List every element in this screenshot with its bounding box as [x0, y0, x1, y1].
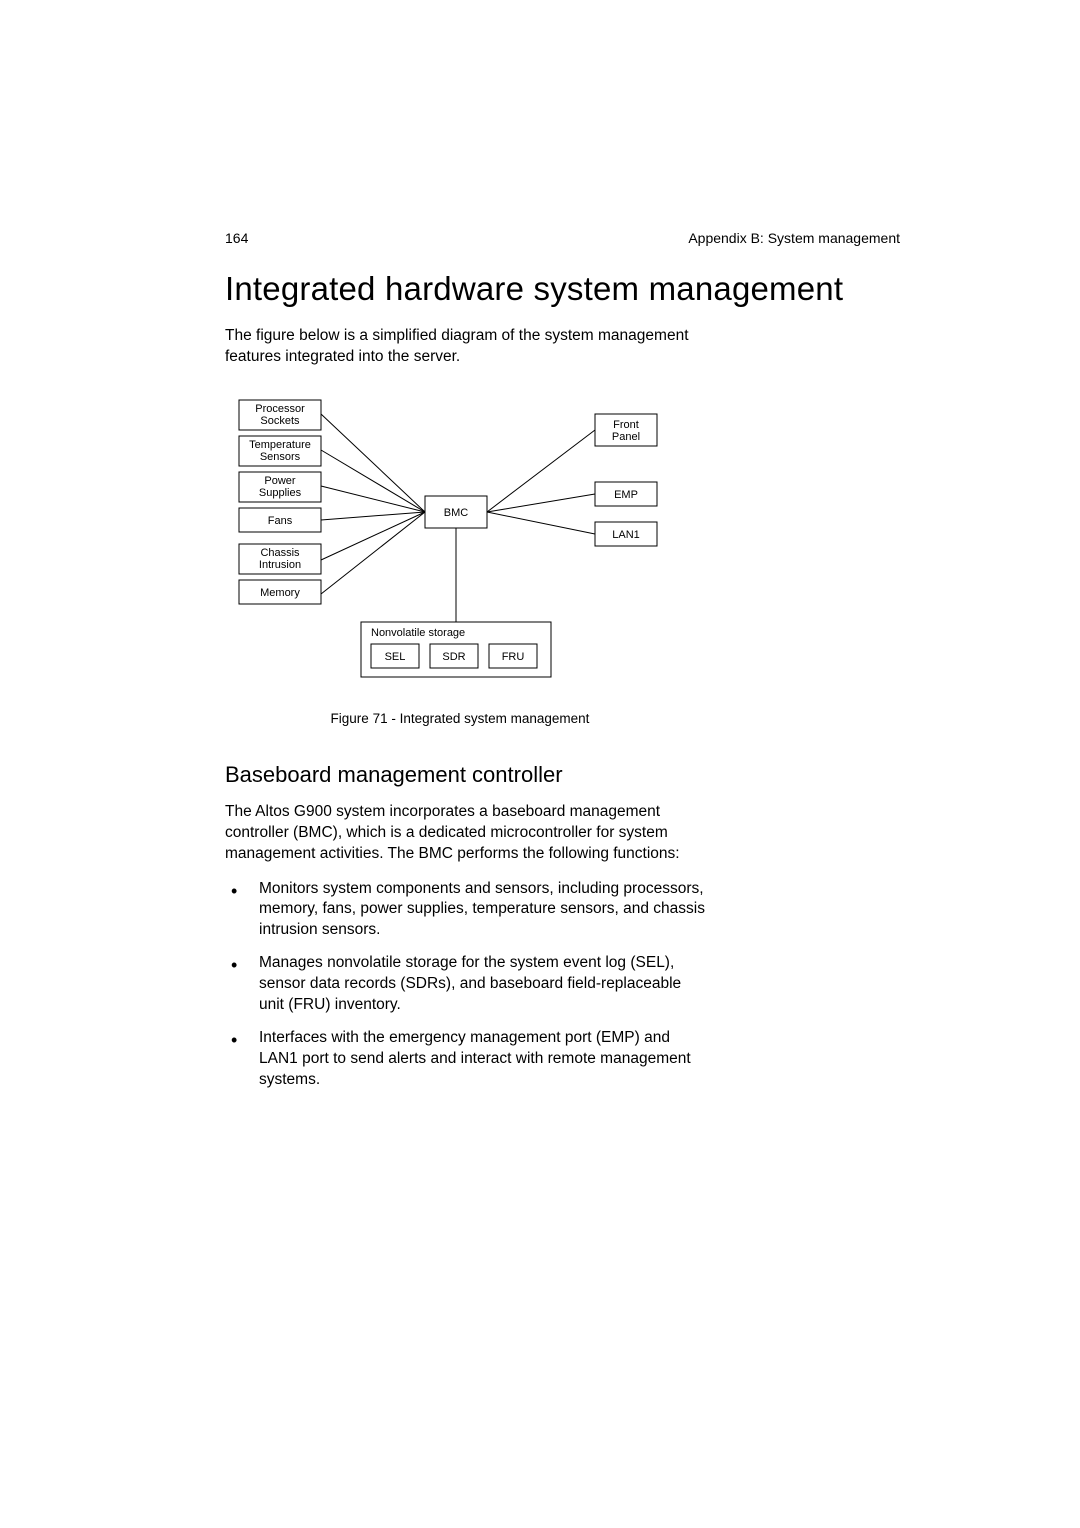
page-content: Integrated hardware system management Th…	[225, 270, 900, 1091]
intro-paragraph: The figure below is a simplified diagram…	[225, 326, 695, 368]
list-item: Monitors system components and sensors, …	[225, 879, 705, 942]
list-item: Interfaces with the emergency management…	[225, 1028, 705, 1091]
list-item: Manages nonvolatile storage for the syst…	[225, 953, 705, 1016]
box-lan1: LAN1	[612, 529, 640, 541]
box-sel: SEL	[385, 651, 406, 663]
body-paragraph: The Altos G900 system incorporates a bas…	[225, 802, 705, 865]
box-processor-sockets: ProcessorSockets	[255, 403, 305, 427]
box-fru: FRU	[502, 651, 525, 663]
subheading: Baseboard management controller	[225, 762, 900, 788]
box-chassis-intrusion: ChassisIntrusion	[259, 547, 301, 571]
box-memory: Memory	[260, 587, 300, 599]
section-label: Appendix B: System management	[688, 230, 900, 246]
page-title: Integrated hardware system management	[225, 270, 900, 308]
document-page: 164 Appendix B: System management Integr…	[0, 0, 1080, 1528]
box-bmc: BMC	[444, 507, 469, 519]
bullet-list: Monitors system components and sensors, …	[225, 879, 705, 1091]
box-front-panel: FrontPanel	[612, 419, 640, 443]
box-emp: EMP	[614, 489, 638, 501]
diagram-left-stack: ProcessorSockets TemperatureSensors Powe…	[239, 400, 321, 604]
running-header: 164 Appendix B: System management	[225, 230, 900, 246]
box-sdr: SDR	[442, 651, 465, 663]
figure-caption: Figure 71 - Integrated system management	[225, 711, 695, 726]
figure-diagram: ProcessorSockets TemperatureSensors Powe…	[225, 392, 695, 687]
box-fans: Fans	[268, 515, 293, 527]
page-number: 164	[225, 230, 248, 246]
label-nonvolatile-storage: Nonvolatile storage	[371, 627, 465, 639]
box-power-supplies: PowerSupplies	[259, 475, 302, 499]
